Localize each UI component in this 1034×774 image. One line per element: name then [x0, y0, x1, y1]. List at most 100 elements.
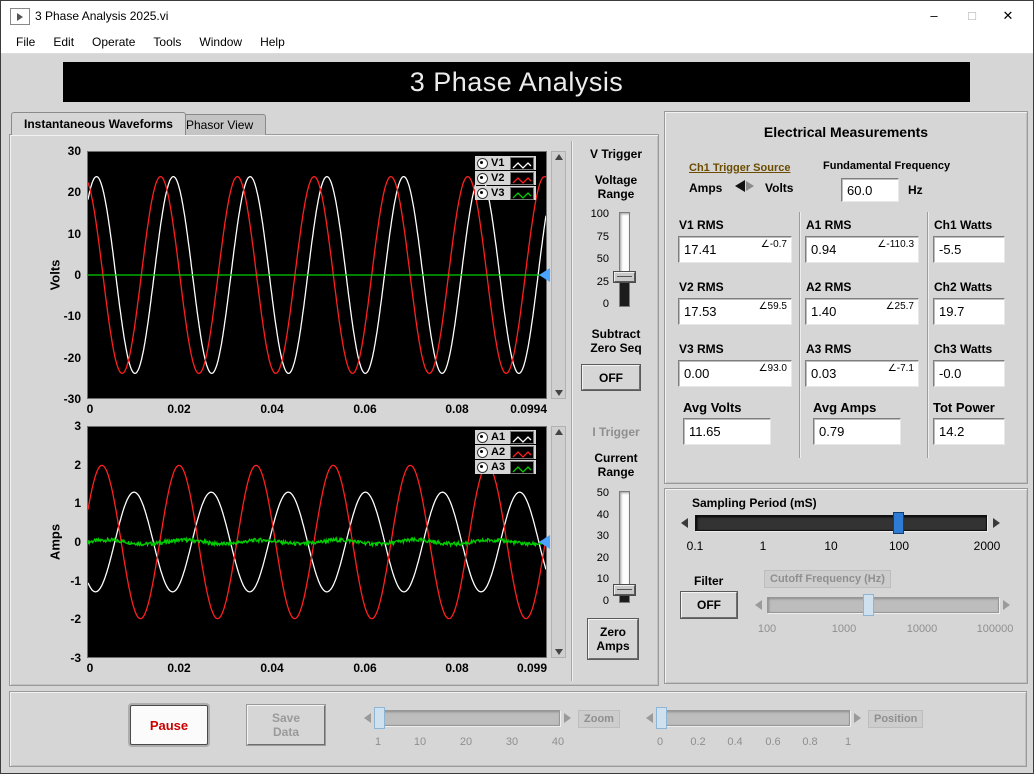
- slider-left-arrow-icon[interactable]: [646, 713, 653, 723]
- amp-xtick: 0: [86, 661, 94, 675]
- plot-visible-radio-icon[interactable]: [477, 461, 488, 473]
- legend-line-sample[interactable]: [510, 171, 534, 185]
- slider-right-arrow-icon[interactable]: [564, 713, 571, 723]
- avg-volts-label: Avg Volts: [683, 400, 742, 415]
- sampling-tick: 10: [824, 539, 838, 553]
- amp-ytick: -3: [70, 651, 81, 665]
- current-range-thumb[interactable]: [614, 585, 635, 595]
- slider-left-arrow-icon[interactable]: [755, 600, 762, 610]
- tot-power-indicator: 14.2: [933, 418, 1005, 445]
- page-title: 3 Phase Analysis: [409, 66, 624, 97]
- current-range-label: Current Range: [594, 451, 638, 479]
- zoom-thumb[interactable]: [374, 707, 385, 729]
- switch-right-icon: [746, 181, 754, 191]
- save-data-button[interactable]: Save Data: [247, 705, 325, 745]
- maximize-button[interactable]: □: [955, 1, 989, 31]
- sampling-period-label: Sampling Period (mS): [692, 496, 817, 510]
- legend-item-v3[interactable]: V3: [475, 186, 536, 200]
- position-tick: 0.2: [690, 736, 706, 748]
- bottom-control-bar: Pause Save Data Zoom 1 10 20 30 40 Posit…: [9, 691, 1027, 767]
- voltage-range-slider[interactable]: [619, 212, 630, 307]
- slider-right-arrow-icon[interactable]: [854, 713, 861, 723]
- trigger-source-switch[interactable]: [735, 180, 754, 192]
- position-thumb[interactable]: [656, 707, 667, 729]
- tab-phasor-view[interactable]: Phasor View: [173, 114, 267, 135]
- scroll-up-icon[interactable]: [555, 429, 563, 435]
- menu-window[interactable]: Window: [190, 33, 251, 51]
- scroll-down-icon[interactable]: [555, 649, 563, 655]
- cutoff-frequency-slider[interactable]: [767, 597, 999, 613]
- current-range-tick: 20: [596, 552, 609, 564]
- v1-rms-value: 17.41: [684, 242, 717, 257]
- ch2-watts-label: Ch2 Watts: [934, 280, 993, 294]
- legend-item-a2[interactable]: A2: [475, 445, 536, 459]
- amp-xtick: 0.08: [445, 661, 469, 675]
- pause-button[interactable]: Pause: [130, 705, 208, 745]
- zoom-slider[interactable]: [376, 710, 560, 726]
- voltage-range-thumb[interactable]: [614, 272, 635, 282]
- menu-file[interactable]: File: [7, 33, 44, 51]
- volt-ytick: -30: [63, 392, 81, 406]
- volt-xtick: 0.0994: [510, 402, 547, 416]
- a2-rms-value: 1.40: [811, 304, 837, 319]
- zoom-label: Zoom: [578, 710, 620, 728]
- menu-edit[interactable]: Edit: [44, 33, 83, 51]
- sampling-period-thumb[interactable]: [893, 512, 904, 534]
- legend-item-v1[interactable]: V1: [475, 156, 536, 170]
- current-range-tick: 0: [602, 595, 609, 607]
- legend-line-sample[interactable]: [510, 186, 534, 200]
- position-slider[interactable]: [658, 710, 850, 726]
- v1-rms-label: V1 RMS: [679, 218, 724, 232]
- tab-instantaneous-waveforms[interactable]: Instantaneous Waveforms: [11, 112, 186, 135]
- legend-line-sample[interactable]: [510, 460, 534, 474]
- slider-left-arrow-icon[interactable]: [364, 713, 371, 723]
- ch1-watts-indicator: -5.5: [933, 236, 1005, 263]
- current-trigger-slider-track[interactable]: [551, 426, 566, 658]
- current-trigger-cursor-icon[interactable]: [539, 535, 550, 549]
- legend-item-v2[interactable]: V2: [475, 171, 536, 185]
- amp-xtick: 0.02: [167, 661, 191, 675]
- plot-visible-radio-icon[interactable]: [477, 172, 488, 184]
- subtract-zero-seq-button[interactable]: OFF: [582, 365, 640, 390]
- amp-ytick: 3: [74, 419, 81, 433]
- slider-right-arrow-icon[interactable]: [1003, 600, 1010, 610]
- v3-rms-angle: ∠93.0: [758, 363, 787, 374]
- amp-xtick: 0.06: [353, 661, 377, 675]
- avg-volts-value: 11.65: [689, 424, 721, 439]
- scroll-up-icon[interactable]: [555, 154, 563, 160]
- scroll-down-icon[interactable]: [555, 390, 563, 396]
- labview-app-icon: [10, 8, 30, 25]
- plot-visible-radio-icon[interactable]: [477, 157, 488, 169]
- voltage-trigger-cursor-icon[interactable]: [539, 268, 550, 282]
- a1-rms-indicator: 0.94 ∠-110.3: [805, 236, 919, 263]
- legend-line-sample[interactable]: [510, 445, 534, 459]
- slider-left-arrow-icon[interactable]: [681, 518, 688, 528]
- ch2-watts-value: 19.7: [939, 304, 965, 319]
- zero-amps-button[interactable]: Zero Amps: [588, 619, 638, 659]
- sampling-period-slider[interactable]: [695, 515, 987, 531]
- zoom-tick: 10: [413, 736, 427, 748]
- slider-right-arrow-icon[interactable]: [993, 518, 1000, 528]
- fundamental-frequency-value: 60.0: [847, 182, 873, 198]
- menu-help[interactable]: Help: [251, 33, 294, 51]
- fundamental-frequency-input[interactable]: 60.0: [841, 178, 899, 202]
- legend-line-sample[interactable]: [510, 430, 534, 444]
- voltage-trigger-slider-track[interactable]: [551, 151, 566, 399]
- plot-visible-radio-icon[interactable]: [477, 446, 488, 458]
- legend-line-sample[interactable]: [510, 156, 534, 170]
- legend-item-a3[interactable]: A3: [475, 460, 536, 474]
- menu-operate[interactable]: Operate: [83, 33, 144, 51]
- legend-item-a1[interactable]: A1: [475, 430, 536, 444]
- plot-visible-radio-icon[interactable]: [477, 431, 488, 443]
- cutoff-frequency-thumb[interactable]: [863, 594, 874, 616]
- legend-label: A2: [491, 446, 506, 458]
- a3-rms-value: 0.03: [811, 366, 837, 381]
- filter-off-button[interactable]: OFF: [681, 592, 737, 618]
- banner: 3 Phase Analysis: [63, 62, 970, 102]
- close-button[interactable]: ✕: [991, 1, 1025, 31]
- minimize-button[interactable]: –: [917, 1, 951, 31]
- plot-visible-radio-icon[interactable]: [477, 187, 488, 199]
- sampling-tick: 1: [759, 539, 767, 553]
- menu-tools[interactable]: Tools: [144, 33, 190, 51]
- electrical-measurements-panel: Electrical Measurements Ch1 Trigger Sour…: [664, 111, 1028, 484]
